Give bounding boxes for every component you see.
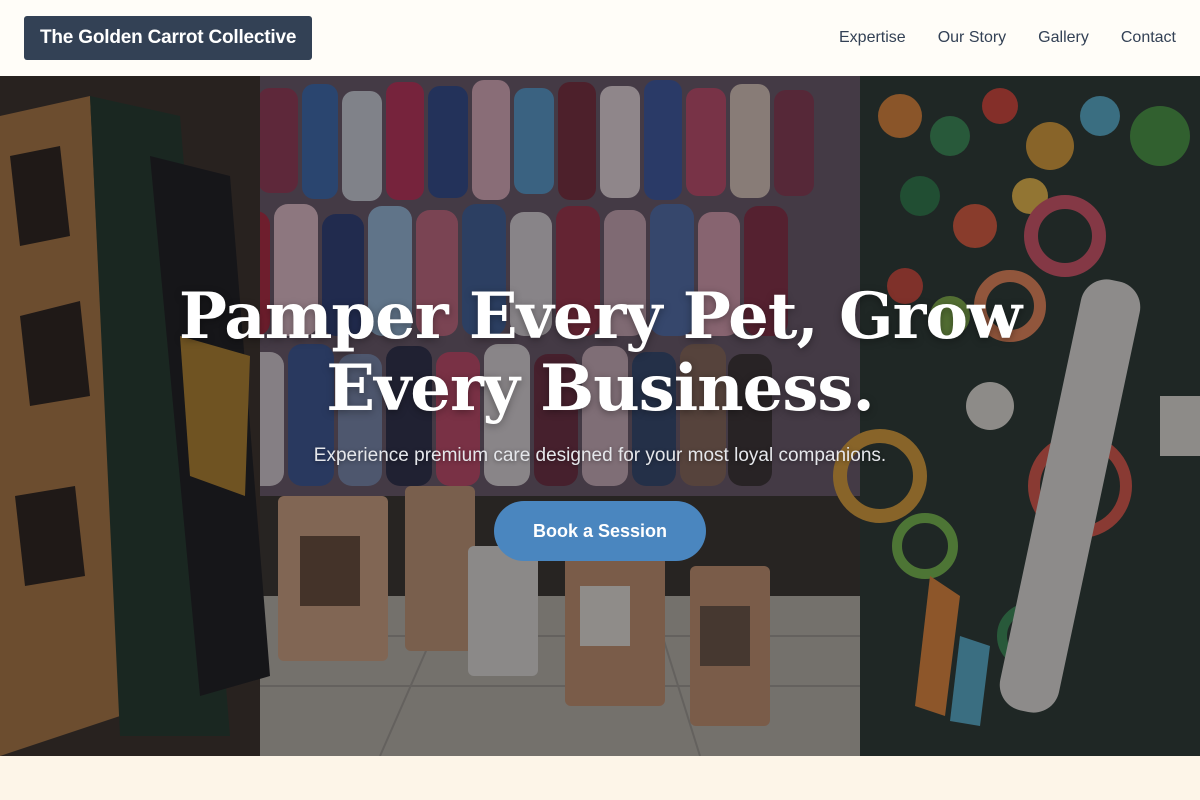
nav-link-our-story[interactable]: Our Story	[938, 29, 1006, 47]
hero-title: Pamper Every Pet, Grow Every Business.	[178, 279, 1022, 426]
nav-links: Expertise Our Story Gallery Contact	[839, 29, 1176, 47]
hero-content: Pamper Every Pet, Grow Every Business. E…	[0, 76, 1200, 756]
nav-link-gallery[interactable]: Gallery	[1038, 29, 1089, 47]
brand-logo[interactable]: The Golden Carrot Collective	[24, 16, 313, 60]
next-section-strip	[0, 756, 1200, 800]
navbar: The Golden Carrot Collective Expertise O…	[0, 0, 1200, 76]
book-session-button[interactable]: Book a Session	[494, 501, 706, 561]
hero-subtitle: Experience premium care designed for you…	[313, 445, 887, 466]
hero-section: Pamper Every Pet, Grow Every Business. E…	[0, 76, 1200, 756]
nav-link-contact[interactable]: Contact	[1121, 29, 1176, 47]
nav-link-expertise[interactable]: Expertise	[839, 29, 906, 47]
